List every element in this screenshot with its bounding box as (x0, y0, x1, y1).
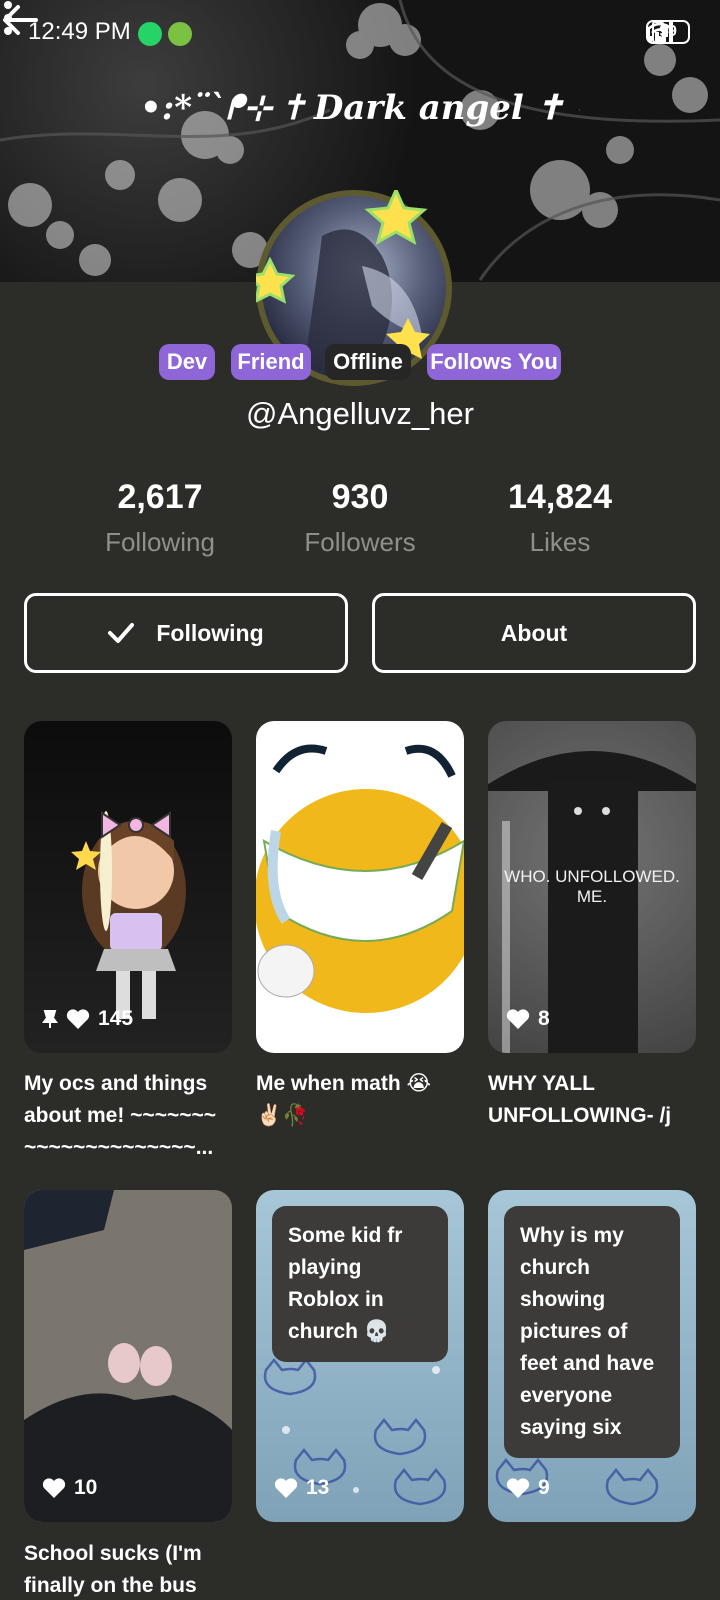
more-options-icon[interactable] (0, 0, 16, 36)
badge-offline: Offline (325, 344, 411, 380)
profile-badges: Dev Friend Offline Follows You (0, 344, 720, 384)
caption-line: Me when math 😭 (256, 1072, 432, 1095)
stat-likes-value: 14,824 (508, 478, 612, 516)
post-caption[interactable]: School sucks (I'm finally on the bus (24, 1538, 238, 1600)
caption-line: ~~~~~~~~~~~~~~... (24, 1136, 214, 1159)
post-card[interactable]: Some kid fr playing Roblox in church 💀 1… (256, 1190, 464, 1522)
caption-line: UNFOLLOWING- /j (488, 1104, 672, 1127)
pin-icon (42, 1010, 58, 1028)
oc-character-image (71, 811, 186, 1019)
post-card[interactable]: 10 (24, 1190, 232, 1522)
heart-icon (42, 1478, 66, 1498)
stat-followers[interactable]: 930 Followers (260, 478, 460, 558)
heart-icon (506, 1009, 530, 1029)
signal-icon (648, 22, 673, 42)
stat-followers-label: Followers (304, 527, 416, 557)
post-caption[interactable]: WHY YALL UNFOLLOWING- /j (488, 1068, 702, 1132)
post-overlay-text: WHO. UNFOLLOWED. ME. (504, 867, 680, 906)
post-likes: 145 (98, 1007, 134, 1030)
post-caption[interactable]: Me when math 😭 ✌🏻🥀 (256, 1068, 470, 1132)
status-right-icons: 99 (646, 20, 690, 44)
caption-line: about me! ~~~~~~~ (24, 1104, 217, 1127)
badge-follows-you: Follows You (427, 344, 561, 380)
post-text-card: Some kid fr playing Roblox in church 💀 (272, 1206, 448, 1362)
bus-floor-photo-image (24, 1190, 232, 1522)
about-button[interactable]: About (372, 593, 696, 673)
heart-icon (274, 1478, 298, 1498)
stat-likes: 14,824 Likes (460, 478, 660, 558)
caption-line: WHY YALL (488, 1072, 595, 1095)
crying-emoji-image (256, 744, 464, 1013)
heart-icon (274, 1009, 298, 1029)
post-likes: 8 (538, 1007, 550, 1030)
caption-line: ✌🏻🥀 (256, 1104, 309, 1127)
post-likes: 11 (306, 1007, 329, 1030)
profile-title: •:*¨`ᖰ⊹ ✝ Dark angel ✝ ⊹ᖳ (140, 88, 580, 128)
badge-friend: Friend (231, 344, 311, 380)
post-likes: 9 (538, 1476, 550, 1499)
stat-likes-label: Likes (529, 527, 591, 557)
post-stats: 9 (506, 1476, 550, 1500)
post-likes: 13 (306, 1476, 330, 1499)
status-bar: 12:49 PM 99 (0, 0, 720, 68)
caption-line: My ocs and things (24, 1072, 208, 1095)
post-stats: 145 (42, 1007, 133, 1031)
about-button-label: About (500, 619, 568, 646)
post-likes: 10 (74, 1476, 98, 1499)
post-card[interactable]: WHO. UNFOLLOWED. ME. 8 (488, 721, 696, 1053)
post-stats: 8 (506, 1007, 550, 1031)
badge-dev: Dev (159, 344, 215, 380)
stat-following-value: 2,617 (117, 478, 203, 516)
caption-line: School sucks (I'm (24, 1542, 202, 1565)
post-text-card: Why is my church showing pictures of fee… (504, 1206, 680, 1458)
stat-followers-value: 930 (331, 478, 389, 516)
avatar[interactable] (256, 190, 452, 386)
post-caption[interactable]: My ocs and things about me! ~~~~~~~ ~~~~… (24, 1068, 238, 1164)
status-time: 12:49 PM (28, 18, 131, 45)
following-button-label: Following (156, 619, 264, 646)
post-stats: 10 (42, 1476, 97, 1500)
username-handle: @Angelluvz_her (246, 396, 474, 431)
stat-following-label: Following (105, 527, 215, 557)
post-card[interactable]: 145 (24, 721, 232, 1053)
whatsapp-icon (138, 22, 162, 46)
stat-following[interactable]: 2,617 Following (60, 478, 260, 558)
post-stats: 13 (274, 1476, 329, 1500)
caption-line: finally on the bus (24, 1574, 197, 1597)
post-stats: 11 (274, 1007, 328, 1031)
app-notification-icon (168, 22, 192, 46)
post-card[interactable]: Why is my church showing pictures of fee… (488, 1190, 696, 1522)
following-button[interactable]: Following (24, 593, 348, 673)
post-card[interactable]: 11 (256, 721, 464, 1053)
heart-icon (66, 1009, 90, 1029)
checkmark-icon (108, 623, 135, 643)
heart-icon (506, 1478, 530, 1498)
